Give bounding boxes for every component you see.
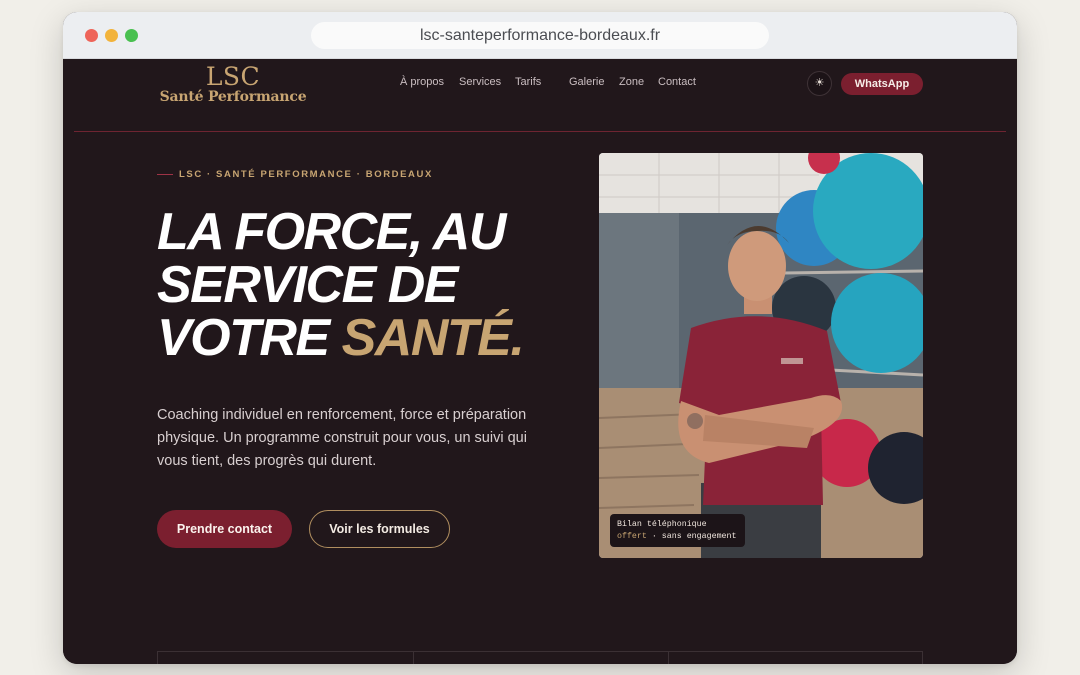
maximize-window-button[interactable]: [125, 29, 138, 42]
theme-toggle-button[interactable]: ☀: [807, 71, 832, 96]
card-divider: [413, 652, 414, 664]
close-window-button[interactable]: [85, 29, 98, 42]
whatsapp-button[interactable]: WhatsApp: [841, 73, 923, 95]
address-bar[interactable]: lsc-santeperformance-bordeaux.fr: [311, 22, 769, 49]
headline-line-3-plain: VOTRE: [157, 309, 330, 367]
browser-chrome: lsc-santeperformance-bordeaux.fr: [63, 12, 1017, 59]
header-divider: [74, 131, 1006, 132]
badge-rest: · sans engagement: [646, 531, 737, 541]
eyebrow-text: LSC · SANTÉ PERFORMANCE · BORDEAUX: [179, 168, 433, 180]
headline-accent: SANTÉ.: [341, 309, 525, 367]
headline-line-3: VOTRE SANTÉ.: [157, 312, 587, 365]
badge-accent: offert: [617, 531, 647, 541]
nav-link-contact[interactable]: Contact: [658, 76, 696, 88]
sun-icon: ☀: [814, 77, 825, 89]
nav-link-zone[interactable]: Zone: [619, 76, 644, 88]
hero-eyebrow: LSC · SANTÉ PERFORMANCE · BORDEAUX: [157, 167, 433, 181]
browser-window: lsc-santeperformance-bordeaux.fr LSC San…: [63, 12, 1017, 664]
card-divider: [668, 652, 669, 664]
see-plans-button[interactable]: Voir les formules: [309, 510, 450, 548]
headline-line-2: SERVICE DE: [157, 256, 458, 314]
badge-line-1: Bilan téléphonique: [617, 520, 707, 529]
free-call-badge: Bilan téléphonique offert · sans engagem…: [610, 514, 745, 547]
eyebrow-rule: [157, 173, 173, 175]
feature-cards-row: [157, 651, 923, 664]
nav-link-tarifs[interactable]: Tarifs: [515, 76, 541, 88]
nav-link-services[interactable]: Services: [459, 76, 501, 88]
website: LSC Santé Performance À propos Services …: [63, 59, 1017, 664]
hero-headline: LA FORCE, AU SERVICE DE VOTRE SANTÉ.: [157, 206, 587, 365]
logo-main-text: LSC: [205, 62, 261, 91]
hero-intro-text: Coaching individuel en renforcement, for…: [157, 407, 527, 469]
logo-sub-text: Santé Performance: [159, 89, 307, 105]
site-logo[interactable]: LSC Santé Performance: [158, 63, 308, 105]
coach-photo: [599, 153, 923, 558]
nav-link-galerie[interactable]: Galerie: [569, 76, 604, 88]
headline-line-1: LA FORCE, AU: [157, 203, 506, 261]
minimize-window-button[interactable]: [105, 29, 118, 42]
contact-button[interactable]: Prendre contact: [157, 510, 292, 548]
nav-link-a-propos[interactable]: À propos: [400, 76, 444, 88]
badge-line-2: offert · sans engagement: [617, 531, 738, 543]
